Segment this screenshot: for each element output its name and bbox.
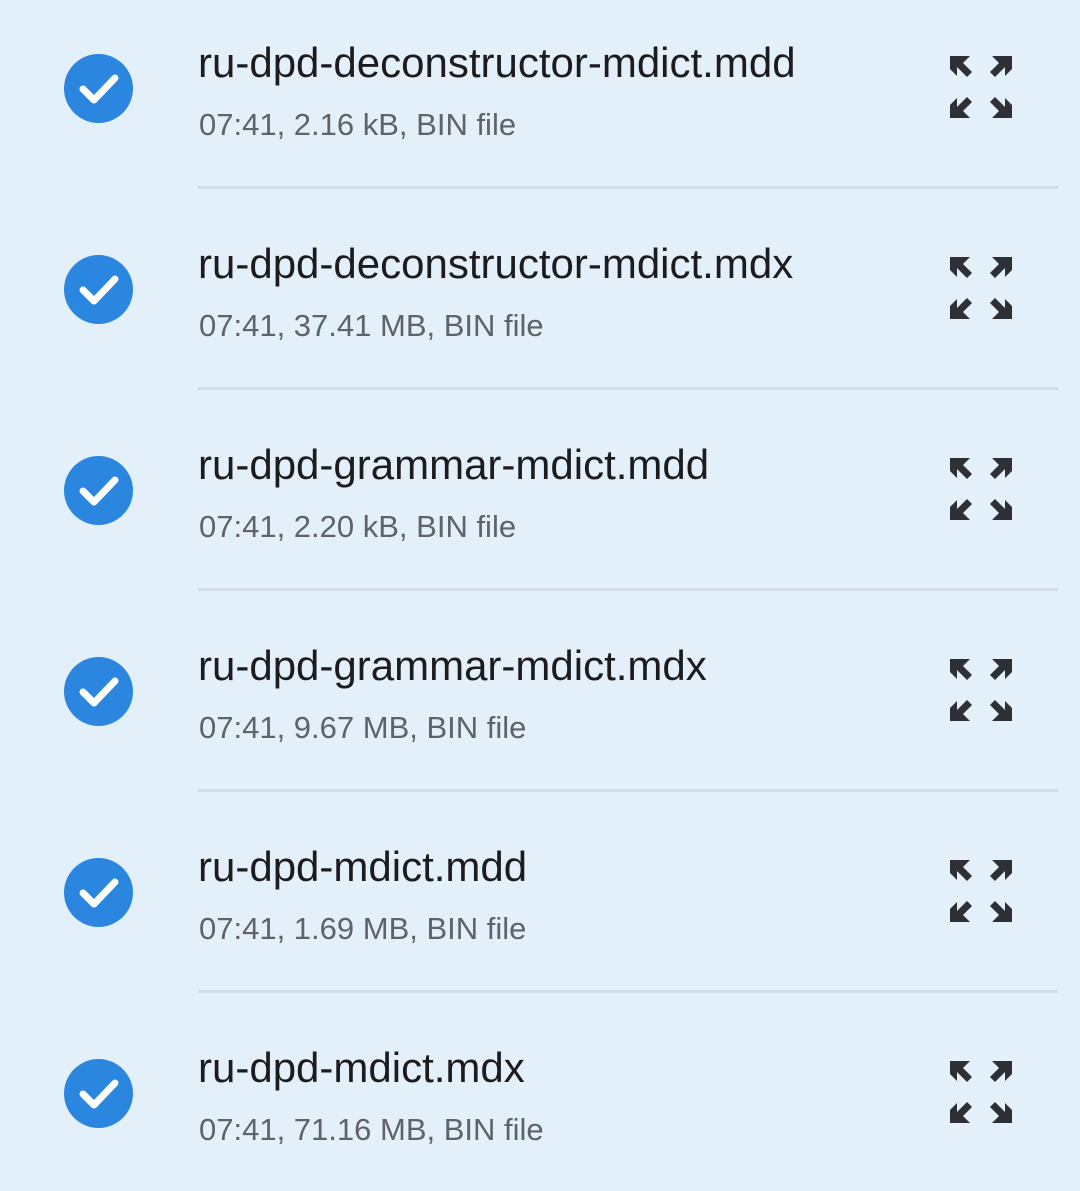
divider bbox=[198, 186, 1058, 189]
list-item[interactable]: ru-dpd-grammar-mdict.mdx 07:41, 9.67 MB,… bbox=[0, 603, 1080, 804]
check-circle-icon[interactable] bbox=[64, 456, 133, 525]
expand-button[interactable] bbox=[944, 50, 1018, 124]
list-item[interactable]: ru-dpd-deconstructor-mdict.mdx 07:41, 37… bbox=[0, 201, 1080, 402]
file-meta: 07:41, 71.16 MB, BIN file bbox=[199, 1112, 544, 1147]
file-name: ru-dpd-grammar-mdict.mdx bbox=[198, 642, 707, 689]
divider bbox=[198, 990, 1058, 993]
check-circle-icon[interactable] bbox=[64, 255, 133, 324]
check-circle-icon[interactable] bbox=[64, 657, 133, 726]
file-meta: 07:41, 2.16 kB, BIN file bbox=[199, 107, 517, 142]
divider bbox=[198, 387, 1058, 390]
check-circle-icon[interactable] bbox=[64, 54, 133, 123]
check-circle-icon[interactable] bbox=[64, 858, 133, 927]
expand-button[interactable] bbox=[944, 653, 1018, 727]
check-circle-icon[interactable] bbox=[64, 1059, 133, 1128]
file-meta: 07:41, 1.69 MB, BIN file bbox=[199, 911, 527, 946]
list-item[interactable]: ru-dpd-mdict.mdd 07:41, 1.69 MB, BIN fil… bbox=[0, 804, 1080, 1005]
file-name: ru-dpd-deconstructor-mdict.mdd bbox=[198, 39, 796, 86]
file-name: ru-dpd-mdict.mdx bbox=[198, 1044, 525, 1091]
expand-arrows-icon bbox=[950, 257, 1012, 319]
expand-arrows-icon bbox=[950, 860, 1012, 922]
file-name: ru-dpd-grammar-mdict.mdd bbox=[198, 441, 710, 488]
list-item[interactable]: ru-dpd-deconstructor-mdict.mdd 07:41, 2.… bbox=[0, 0, 1080, 201]
file-meta: 07:41, 9.67 MB, BIN file bbox=[199, 710, 527, 745]
file-meta: 07:41, 2.20 kB, BIN file bbox=[199, 509, 517, 544]
expand-button[interactable] bbox=[944, 1055, 1018, 1129]
file-name: ru-dpd-mdict.mdd bbox=[198, 843, 528, 890]
expand-arrows-icon bbox=[950, 56, 1012, 118]
expand-button[interactable] bbox=[944, 251, 1018, 325]
list-item[interactable]: ru-dpd-grammar-mdict.mdd 07:41, 2.20 kB,… bbox=[0, 402, 1080, 603]
divider bbox=[198, 588, 1058, 591]
divider bbox=[198, 789, 1058, 792]
expand-arrows-icon bbox=[950, 659, 1012, 721]
expand-arrows-icon bbox=[950, 458, 1012, 520]
list-item[interactable]: ru-dpd-mdict.mdx 07:41, 71.16 MB, BIN fi… bbox=[0, 1005, 1080, 1191]
expand-button[interactable] bbox=[944, 452, 1018, 526]
file-name: ru-dpd-deconstructor-mdict.mdx bbox=[198, 240, 794, 287]
file-list: ru-dpd-deconstructor-mdict.mdd 07:41, 2.… bbox=[0, 0, 1080, 1191]
expand-arrows-icon bbox=[950, 1061, 1012, 1123]
expand-button[interactable] bbox=[944, 854, 1018, 928]
file-meta: 07:41, 37.41 MB, BIN file bbox=[199, 308, 544, 343]
